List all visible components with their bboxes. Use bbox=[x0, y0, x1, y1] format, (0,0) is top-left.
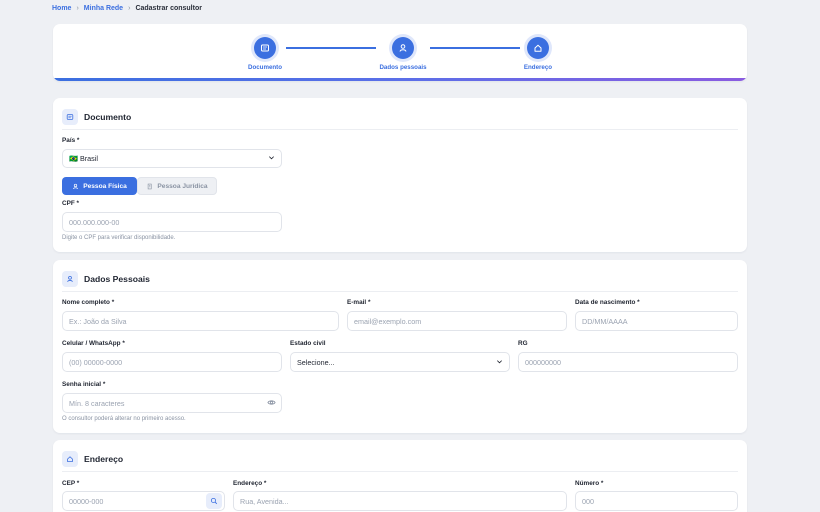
endereco-card: Endereço CEP * 00000-000 Endereço * Rua,… bbox=[53, 440, 747, 512]
breadcrumb-current: Cadastrar consultor bbox=[135, 4, 202, 12]
document-icon bbox=[62, 109, 78, 125]
cpf-hint: Digite o CPF para verificar disponibilid… bbox=[62, 235, 176, 241]
building-icon bbox=[148, 183, 152, 189]
birth-input[interactable]: DD/MM/AAAA bbox=[575, 311, 738, 331]
chevron-right-icon: › bbox=[76, 4, 79, 12]
phone-label: Celular / WhatsApp * bbox=[62, 340, 125, 347]
password-placeholder: Mín. 8 caracteres bbox=[69, 398, 125, 408]
password-input[interactable]: Mín. 8 caracteres bbox=[62, 393, 282, 413]
name-label: Nome completo * bbox=[62, 299, 115, 306]
civil-status-label: Estado civil bbox=[290, 340, 326, 347]
tab-pessoa-juridica[interactable]: Pessoa Jurídica bbox=[137, 177, 217, 195]
country-label: País * bbox=[62, 137, 80, 144]
step-label: Dados pessoais bbox=[379, 64, 427, 71]
stepper-card: Documento Dados pessoais Endereço bbox=[53, 24, 747, 81]
step-documento[interactable]: Documento bbox=[225, 37, 305, 71]
address-label: Endereço * bbox=[233, 480, 267, 487]
cep-input[interactable]: 00000-000 bbox=[62, 491, 225, 511]
birth-placeholder: DD/MM/AAAA bbox=[582, 316, 628, 326]
user-icon bbox=[392, 37, 414, 59]
home-icon bbox=[527, 37, 549, 59]
email-placeholder: email@exemplo.com bbox=[354, 316, 422, 326]
breadcrumb-network-link[interactable]: Minha Rede bbox=[84, 5, 123, 12]
civil-status-value: Selecione... bbox=[297, 357, 335, 367]
section-title: Endereço bbox=[84, 454, 124, 464]
section-header: Dados Pessoais bbox=[62, 269, 738, 292]
address-placeholder: Rua, Avenida... bbox=[240, 496, 289, 506]
home-icon bbox=[62, 451, 78, 467]
tab-pessoa-fisica[interactable]: Pessoa Física bbox=[62, 177, 137, 195]
email-label: E-mail * bbox=[347, 299, 371, 306]
search-icon bbox=[210, 497, 218, 505]
cpf-label: CPF * bbox=[62, 200, 80, 207]
number-input[interactable]: 000 bbox=[575, 491, 738, 511]
country-select[interactable]: 🇧🇷 Brasil bbox=[62, 149, 282, 168]
breadcrumb-home-link[interactable]: Home bbox=[52, 5, 71, 12]
civil-status-select[interactable]: Selecione... bbox=[290, 352, 510, 372]
name-placeholder: Ex.: João da Silva bbox=[69, 316, 127, 326]
chevron-down-icon bbox=[268, 154, 275, 163]
search-cep-button[interactable] bbox=[206, 493, 222, 509]
country-value: 🇧🇷 Brasil bbox=[69, 154, 98, 163]
phone-input[interactable]: (00) 00000-0000 bbox=[62, 352, 282, 372]
email-input[interactable]: email@exemplo.com bbox=[347, 311, 567, 331]
cpf-placeholder: 000.000.000-00 bbox=[69, 217, 120, 227]
step-endereco[interactable]: Endereço bbox=[498, 37, 578, 71]
rg-label: RG bbox=[518, 340, 528, 347]
progress-bar bbox=[53, 78, 747, 81]
cep-label: CEP * bbox=[62, 480, 80, 487]
tab-label: Pessoa Jurídica bbox=[157, 182, 208, 190]
document-icon bbox=[254, 37, 276, 59]
eye-icon[interactable] bbox=[267, 398, 276, 409]
tab-label: Pessoa Física bbox=[83, 182, 127, 190]
number-placeholder: 000 bbox=[582, 496, 594, 506]
cpf-input[interactable]: 000.000.000-00 bbox=[62, 212, 282, 232]
name-input[interactable]: Ex.: João da Silva bbox=[62, 311, 339, 331]
address-input[interactable]: Rua, Avenida... bbox=[233, 491, 567, 511]
breadcrumb: Home › Minha Rede › Cadastrar consultor bbox=[52, 3, 202, 13]
step-label: Documento bbox=[247, 64, 283, 71]
user-icon bbox=[73, 183, 79, 189]
section-header: Endereço bbox=[62, 449, 738, 472]
phone-placeholder: (00) 00000-0000 bbox=[69, 357, 123, 367]
section-title: Documento bbox=[84, 112, 132, 122]
number-label: Número * bbox=[575, 480, 604, 487]
user-icon bbox=[62, 271, 78, 287]
cep-placeholder: 00000-000 bbox=[69, 496, 104, 506]
dados-pessoais-card: Dados Pessoais Nome completo * Ex.: João… bbox=[53, 260, 747, 433]
chevron-right-icon: › bbox=[128, 4, 131, 12]
documento-card: Documento País * 🇧🇷 Brasil Pessoa Física… bbox=[53, 98, 747, 252]
section-header: Documento bbox=[62, 107, 738, 130]
password-hint: O consultor poderá alterar no primeiro a… bbox=[62, 416, 186, 422]
birth-label: Data de nascimento * bbox=[575, 299, 640, 306]
step-dados-pessoais[interactable]: Dados pessoais bbox=[363, 37, 443, 71]
password-label: Senha inicial * bbox=[62, 381, 106, 388]
rg-placeholder: 000000000 bbox=[525, 357, 561, 367]
section-title: Dados Pessoais bbox=[84, 274, 150, 284]
step-label: Endereço bbox=[523, 64, 553, 71]
rg-input[interactable]: 000000000 bbox=[518, 352, 738, 372]
chevron-down-icon bbox=[496, 358, 503, 367]
